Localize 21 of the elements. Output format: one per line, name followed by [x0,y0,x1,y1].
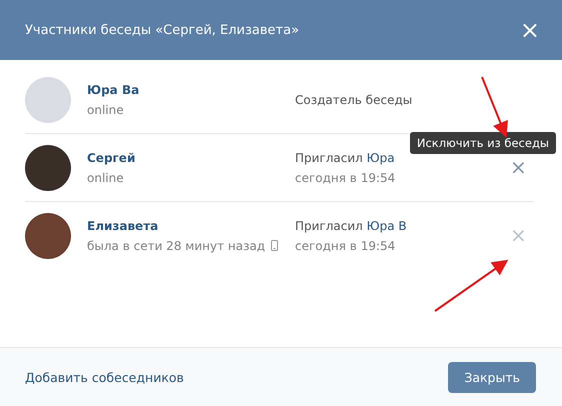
member-status: online [87,102,124,116]
member-name[interactable]: Елизавета [87,218,295,232]
invite-time: сегодня в 19:54 [295,238,396,252]
member-name[interactable]: Сергей [87,150,295,164]
tooltip: Исключить из беседы [410,132,556,154]
member-status: была в сети 28 минут назад [87,238,266,252]
close-button[interactable]: × [520,18,540,42]
add-members-link[interactable]: Добавить собеседников [25,370,184,384]
invite-time: сегодня в 19:54 [295,170,396,184]
avatar-placeholder[interactable] [25,144,71,190]
avatar-placeholder[interactable] [25,212,71,258]
member-name[interactable]: Юра Ва [87,82,295,96]
inviter-link[interactable]: Юра В [366,218,407,232]
dialog-title: Участники беседы «Сергей, Елизавета» [25,22,300,38]
close-dialog-button[interactable]: Закрыть [448,362,536,392]
invited-by-text: Пригласил Юра В [295,218,408,232]
invited-by-text: Пригласил Юра [295,150,396,164]
role-text: Создатель беседы [295,92,414,106]
member-status: online [87,170,124,184]
inviter-link[interactable]: Юра [366,150,395,164]
pointer-arrow [481,76,508,138]
